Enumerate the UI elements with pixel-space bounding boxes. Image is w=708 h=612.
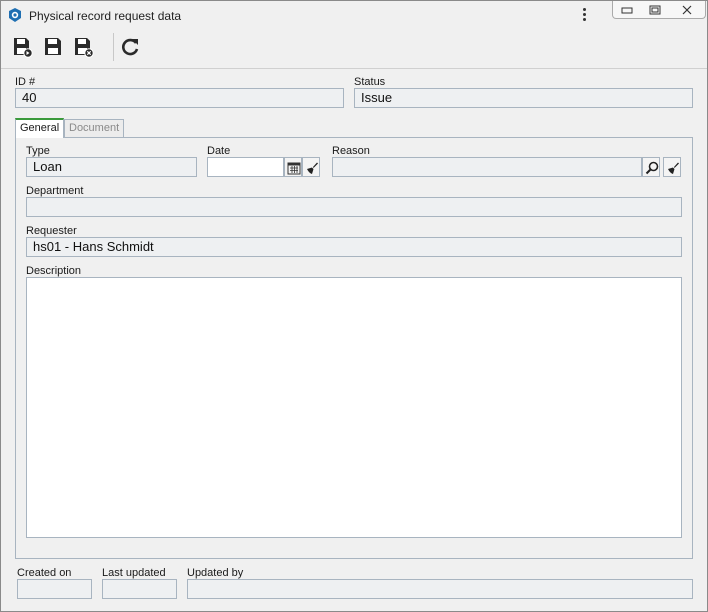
type-label: Type — [26, 145, 50, 157]
minimize-button[interactable] — [613, 1, 641, 18]
type-field: Loan — [26, 157, 197, 177]
reason-label: Reason — [332, 145, 370, 157]
eraser-brush-icon — [668, 162, 679, 174]
refresh-icon — [122, 38, 139, 56]
date-picker-button[interactable] — [284, 157, 302, 177]
tab-general[interactable]: General — [15, 118, 65, 138]
close-icon — [682, 5, 692, 14]
last-updated-field — [102, 579, 177, 599]
title-bar: Physical record request data — [1, 1, 707, 29]
status-field: Issue — [354, 88, 693, 108]
department-label: Department — [26, 185, 84, 197]
clear-date-button[interactable] — [302, 157, 320, 177]
date-label: Date — [207, 145, 231, 157]
save-icon — [45, 38, 61, 55]
updated-by-label: Updated by — [187, 567, 244, 579]
save-close-icon — [75, 38, 94, 58]
date-input[interactable] — [207, 157, 284, 177]
eraser-brush-icon — [307, 162, 318, 174]
calendar-icon — [287, 162, 301, 175]
refresh-button[interactable] — [117, 34, 143, 60]
department-field — [26, 197, 682, 217]
description-label: Description — [26, 265, 82, 277]
save-new-icon — [14, 38, 33, 58]
maximize-icon — [649, 5, 661, 14]
reason-field — [332, 157, 642, 177]
created-on-label: Created on — [17, 567, 72, 579]
maximize-button[interactable] — [641, 1, 669, 18]
toolbar — [1, 29, 707, 69]
toolbar-separator — [113, 33, 114, 61]
kebab-menu-icon[interactable] — [579, 6, 589, 24]
window-controls — [612, 1, 706, 19]
save-button[interactable] — [40, 34, 66, 60]
physical-record-request-window: Physical record request data ID # 40 Sta… — [0, 0, 708, 612]
id-field: 40 — [15, 88, 344, 108]
search-icon — [645, 161, 659, 175]
last-updated-label: Last updated — [102, 567, 166, 579]
status-label: Status — [354, 76, 386, 88]
search-reason-button[interactable] — [642, 157, 660, 177]
tab-document[interactable]: Document — [64, 119, 125, 137]
minimize-icon — [621, 7, 633, 13]
description-textarea[interactable] — [26, 277, 682, 538]
close-button[interactable] — [669, 1, 705, 18]
id-label: ID # — [15, 76, 36, 88]
app-logo-icon — [7, 7, 23, 23]
window-title: Physical record request data — [29, 9, 182, 23]
requester-field: hs01 - Hans Schmidt — [26, 237, 682, 257]
updated-by-field — [187, 579, 693, 599]
save-and-new-button[interactable] — [9, 34, 35, 60]
clear-reason-button[interactable] — [663, 157, 681, 177]
created-on-field — [17, 579, 92, 599]
requester-label: Requester — [26, 225, 77, 237]
save-and-close-button[interactable] — [70, 34, 96, 60]
